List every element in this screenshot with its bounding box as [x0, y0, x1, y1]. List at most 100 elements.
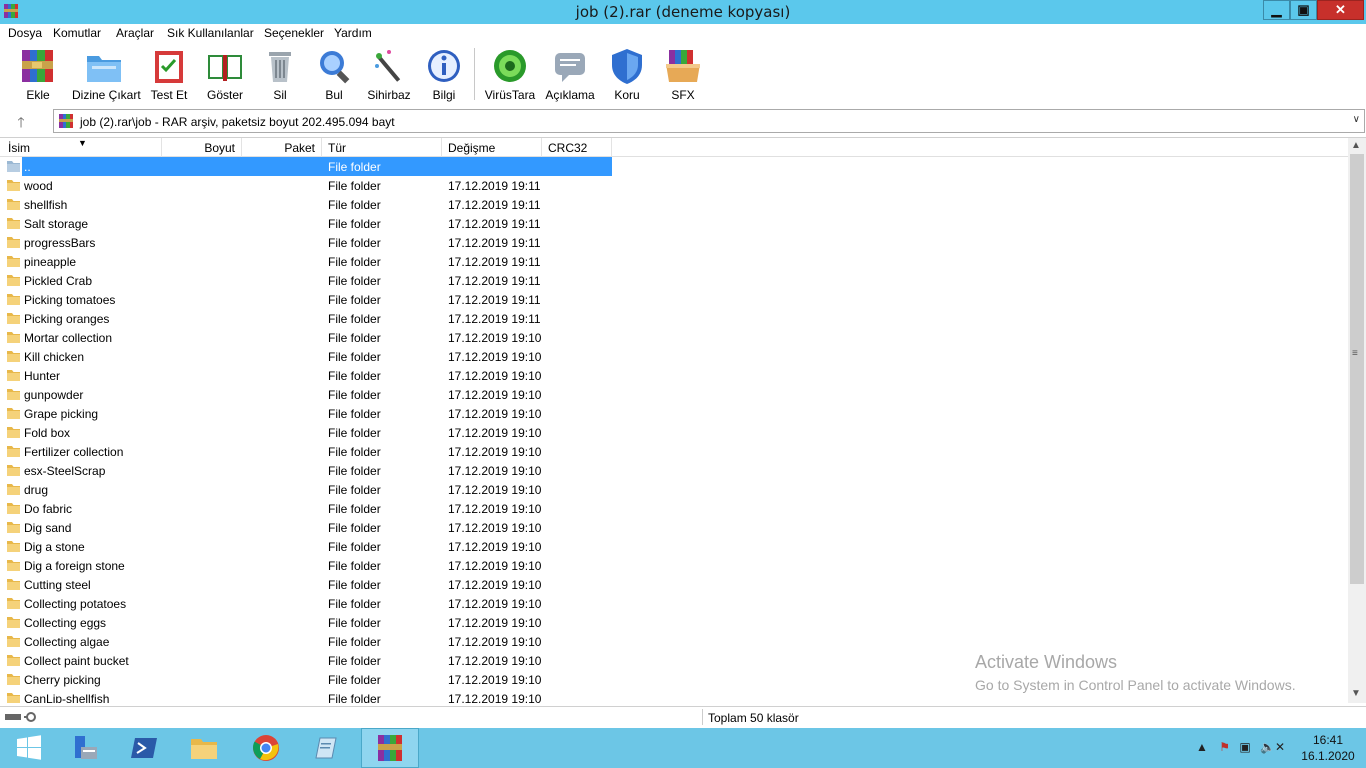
file-type: File folder [328, 616, 381, 630]
clock[interactable]: 16:41 16.1.2020 [1300, 732, 1356, 764]
table-row[interactable]: esx-SteelScrap File folder 17.12.2019 19:1… [0, 461, 1348, 480]
virusscan-button[interactable]: VirüsTara [478, 46, 542, 102]
file-name: Do fabric [24, 502, 73, 516]
file-type: File folder [328, 274, 381, 288]
file-name: shellfish [24, 198, 68, 212]
table-row[interactable]: Salt storage File folder 17.12.2019 19:11 [0, 214, 1348, 233]
table-row[interactable]: Hunter File folder 17.12.2019 19:10 [0, 366, 1348, 385]
table-row[interactable]: Grape picking File folder 17.12.2019 19:10 [0, 404, 1348, 423]
column-packed[interactable]: Paket [242, 138, 322, 157]
menu-araclar[interactable]: Araçlar [116, 26, 154, 40]
scroll-up-icon[interactable]: ▲ [1351, 140, 1361, 151]
file-name: Grape picking [24, 407, 99, 421]
chrome-taskbar-button[interactable] [237, 728, 295, 768]
table-row[interactable]: progressBars File folder 17.12.2019 19:11 [0, 233, 1348, 252]
table-row[interactable]: wood File folder 17.12.2019 19:11 [0, 176, 1348, 195]
sfx-button[interactable]: SFX [651, 46, 715, 102]
action-center-icon[interactable]: ⚑ [1219, 740, 1230, 754]
tray-expand-icon[interactable]: ▲ [1196, 740, 1208, 754]
menu-komutlar[interactable]: Komutlar [53, 26, 101, 40]
test-button[interactable]: Test Et [137, 46, 201, 102]
toolbar-separator [474, 48, 475, 100]
table-row[interactable]: Fertilizer collection File folder 17.12.20… [0, 442, 1348, 461]
maximize-button[interactable]: ▣ [1290, 0, 1317, 20]
file-name: pineapple [24, 255, 77, 269]
network-icon[interactable]: ▣ [1239, 740, 1250, 754]
minimize-button[interactable]: ▁ [1263, 0, 1290, 20]
table-row[interactable]: Picking tomatoes File folder 17.12.2019 19… [0, 290, 1348, 309]
table-row[interactable]: Collecting potatoes File folder 17.12.2019… [0, 594, 1348, 613]
parent-folder-row[interactable]: .. File folder [0, 157, 1348, 176]
table-row[interactable]: Dig sand File folder 17.12.2019 19:10 [0, 518, 1348, 537]
extract-button[interactable]: Dizine Çıkart [72, 46, 141, 102]
file-type: File folder [328, 350, 381, 364]
file-type: File folder [328, 635, 381, 649]
table-row[interactable]: Fold box File folder 17.12.2019 19:10 [0, 423, 1348, 442]
table-row[interactable]: drug File folder 17.12.2019 19:10 [0, 480, 1348, 499]
folder-extract-icon [87, 56, 121, 82]
trash-can-icon [269, 52, 291, 82]
file-name: Dig a stone [24, 540, 85, 554]
menu-favorites[interactable]: Sık Kullanılanlar [167, 26, 254, 40]
file-modified: 17.12.2019 19:11 [448, 293, 541, 307]
table-row[interactable]: gunpowder File folder 17.12.2019 19:10 [0, 385, 1348, 404]
close-button[interactable]: ✕ [1317, 0, 1364, 20]
table-row[interactable]: Collecting eggs File folder 17.12.2019 19:… [0, 613, 1348, 632]
column-size[interactable]: Boyut [162, 138, 242, 157]
menu-options[interactable]: Seçenekler [264, 26, 324, 40]
table-row[interactable]: Kill chicken File folder 17.12.2019 19:10 [0, 347, 1348, 366]
start-button[interactable] [0, 728, 58, 768]
table-row[interactable]: Dig a stone File folder 17.12.2019 19:10 [0, 537, 1348, 556]
powershell-taskbar-button[interactable] [115, 728, 173, 768]
chevron-down-icon[interactable]: ∨ [1353, 114, 1360, 125]
scroll-thumb[interactable] [1350, 154, 1364, 584]
file-modified: 17.12.2019 19:11 [448, 274, 541, 288]
table-row[interactable]: Dig a foreign stone File folder 17.12.2019… [0, 556, 1348, 575]
column-modified[interactable]: Değişme [442, 138, 542, 157]
table-row[interactable]: Pickled Crab File folder 17.12.2019 19:11 [0, 271, 1348, 290]
protect-button[interactable]: Koru [595, 46, 659, 102]
volume-muted-icon[interactable]: 🔈✕ [1260, 740, 1285, 754]
menu-help[interactable]: Yardım [334, 26, 372, 40]
winrar-taskbar-button[interactable] [361, 728, 419, 768]
file-name: gunpowder [24, 388, 84, 402]
folder-icon [7, 408, 20, 419]
file-name: CanLip-shellfish [24, 692, 110, 703]
title-bar: job (2).rar (deneme kopyası) ▁ ▣ ✕ [0, 0, 1366, 24]
server-manager-taskbar-button[interactable] [55, 728, 113, 768]
column-type[interactable]: Tür [322, 138, 442, 157]
file-list[interactable]: İsim ▼ Boyut Paket Tür Değişme CRC32 .. F… [0, 137, 1366, 703]
table-row[interactable]: shellfish File folder 17.12.2019 19:11 [0, 195, 1348, 214]
table-row[interactable]: Picking oranges File folder 17.12.2019 19:… [0, 309, 1348, 328]
comment-button[interactable]: Açıklama [538, 46, 602, 102]
file-name: .. [24, 160, 31, 174]
notepad-taskbar-button[interactable] [297, 728, 355, 768]
folder-icon [7, 522, 20, 533]
file-modified: 17.12.2019 19:10 [448, 445, 542, 459]
column-name[interactable]: İsim ▼ [0, 138, 162, 157]
file-type: File folder [328, 198, 381, 212]
file-modified: 17.12.2019 19:10 [448, 635, 542, 649]
file-type: File folder [328, 217, 381, 231]
column-crc[interactable]: CRC32 [542, 138, 612, 157]
up-folder-button[interactable]: 🡑 [10, 112, 32, 130]
add-button[interactable]: Ekle [6, 46, 70, 102]
menu-dosya[interactable]: Dosya [8, 26, 42, 40]
table-row[interactable]: Collecting algae File folder 17.12.2019 19… [0, 632, 1348, 651]
table-row[interactable]: Mortar collection File folder 17.12.2019 1… [0, 328, 1348, 347]
file-explorer-taskbar-button[interactable] [175, 728, 233, 768]
file-name: Kill chicken [24, 350, 85, 364]
scroll-down-icon[interactable]: ▼ [1351, 688, 1361, 699]
table-row[interactable]: pineapple File folder 17.12.2019 19:11 [0, 252, 1348, 271]
status-total: Toplam 50 klasör [708, 711, 799, 725]
table-row[interactable]: Cutting steel File folder 17.12.2019 19:10 [0, 575, 1348, 594]
file-explorer-icon [191, 739, 217, 759]
drive-key-icon[interactable] [4, 711, 40, 723]
info-button[interactable]: Bilgi [412, 46, 476, 102]
folder-icon [7, 579, 20, 590]
menu-bar: Dosya Komutlar Araçlar Sık Kullanılanlar… [0, 24, 1366, 42]
path-combobox[interactable]: job (2).rar\job - RAR arşiv, paketsiz bo… [53, 109, 1365, 133]
vertical-scrollbar[interactable]: ▲ ≡ ▼ [1348, 138, 1366, 703]
table-row[interactable]: Do fabric File folder 17.12.2019 19:10 [0, 499, 1348, 518]
column-type-label: Tür [328, 141, 346, 155]
